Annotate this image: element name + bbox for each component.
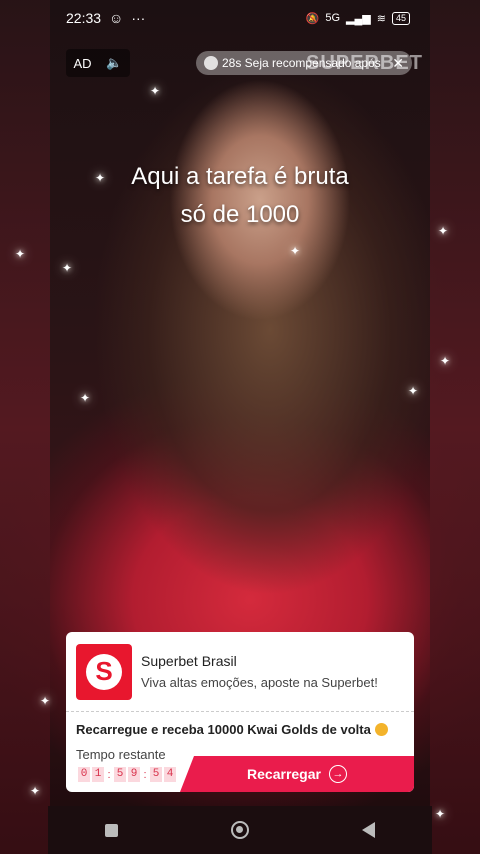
advertiser-name: Superbet Brasil bbox=[141, 653, 237, 669]
network-label: 5G bbox=[325, 12, 341, 24]
battery-icon: 45 bbox=[391, 11, 410, 25]
promo-text: Recarregue e receba 10000 Kwai Golds de … bbox=[76, 722, 371, 737]
sparkle-icon: ✦ bbox=[435, 807, 446, 821]
countdown-digit: 1 bbox=[92, 767, 104, 782]
promo-text-row: Recarregue e receba 10000 Kwai Golds de … bbox=[66, 712, 414, 737]
video-caption: Aqui a tarefa é bruta só de 1000 bbox=[0, 158, 480, 234]
back-icon[interactable] bbox=[362, 822, 376, 838]
reward-text: 28s Seja recompensado após bbox=[222, 56, 381, 70]
mute-bell-icon: 🔕 bbox=[305, 12, 320, 25]
navigation-bar bbox=[48, 806, 432, 854]
status-bar: 22:33 ☺ ··· 🔕 5G ▂▄▆ ≋ 45 bbox=[0, 0, 480, 36]
countdown-digit: 4 bbox=[164, 767, 176, 782]
logo-s-icon: S bbox=[86, 653, 122, 690]
signal-icon: ▂▄▆ bbox=[346, 12, 371, 25]
recharge-button[interactable]: Recarregar → bbox=[180, 756, 414, 792]
sparkle-icon: ✦ bbox=[15, 247, 26, 261]
wifi-icon: ≋ bbox=[376, 12, 386, 25]
sparkle-icon: ✦ bbox=[40, 694, 51, 708]
reward-timer-pill: 28s Seja recompensado após ✕ bbox=[196, 51, 412, 75]
sparkle-icon: ✦ bbox=[150, 84, 161, 98]
ad-controls: AD 🔈 bbox=[66, 49, 130, 77]
countdown-digit: 9 bbox=[128, 767, 140, 782]
caption-line-1: Aqui a tarefa é bruta bbox=[131, 163, 349, 190]
countdown-separator: : bbox=[107, 768, 111, 781]
countdown-digit: 5 bbox=[114, 767, 126, 782]
right-blur-panel bbox=[430, 0, 480, 854]
countdown-timer: 0 1 : 5 9 : 5 4 bbox=[78, 767, 176, 782]
sparkle-icon: ✦ bbox=[80, 391, 91, 405]
advertiser-tagline: Viva altas emoções, aposte na Superbet! bbox=[141, 675, 378, 690]
ad-label: AD bbox=[73, 55, 92, 71]
ad-card[interactable]: S Superbet Brasil Viva altas emoções, ap… bbox=[66, 632, 414, 792]
countdown-digit: 0 bbox=[78, 767, 90, 782]
sparkle-icon: ✦ bbox=[62, 261, 73, 275]
caption-line-2: só de 1000 bbox=[180, 201, 300, 228]
left-blur-panel bbox=[0, 0, 50, 854]
sparkle-icon: ✦ bbox=[440, 354, 451, 368]
status-time: 22:33 bbox=[66, 10, 102, 26]
sparkle-icon: ✦ bbox=[408, 384, 419, 398]
sparkle-icon: ✦ bbox=[30, 784, 41, 798]
sparkle-icon: ✦ bbox=[290, 244, 301, 258]
timer-icon bbox=[204, 56, 218, 70]
countdown-separator: : bbox=[143, 768, 147, 781]
superbet-logo: S bbox=[76, 643, 132, 700]
speaker-icon[interactable]: 🔈 bbox=[106, 55, 122, 71]
more-icon: ··· bbox=[131, 10, 146, 26]
advertiser-row[interactable]: S Superbet Brasil Viva altas emoções, ap… bbox=[66, 632, 414, 712]
coin-icon bbox=[374, 723, 388, 736]
home-icon[interactable] bbox=[230, 821, 249, 839]
countdown-digit: 5 bbox=[150, 767, 162, 782]
arrow-right-icon: → bbox=[328, 765, 347, 783]
notification-icon: ☺ bbox=[109, 10, 124, 26]
close-icon[interactable]: ✕ bbox=[392, 55, 404, 72]
recents-icon[interactable] bbox=[104, 823, 118, 837]
recharge-label: Recarregar bbox=[247, 766, 321, 782]
